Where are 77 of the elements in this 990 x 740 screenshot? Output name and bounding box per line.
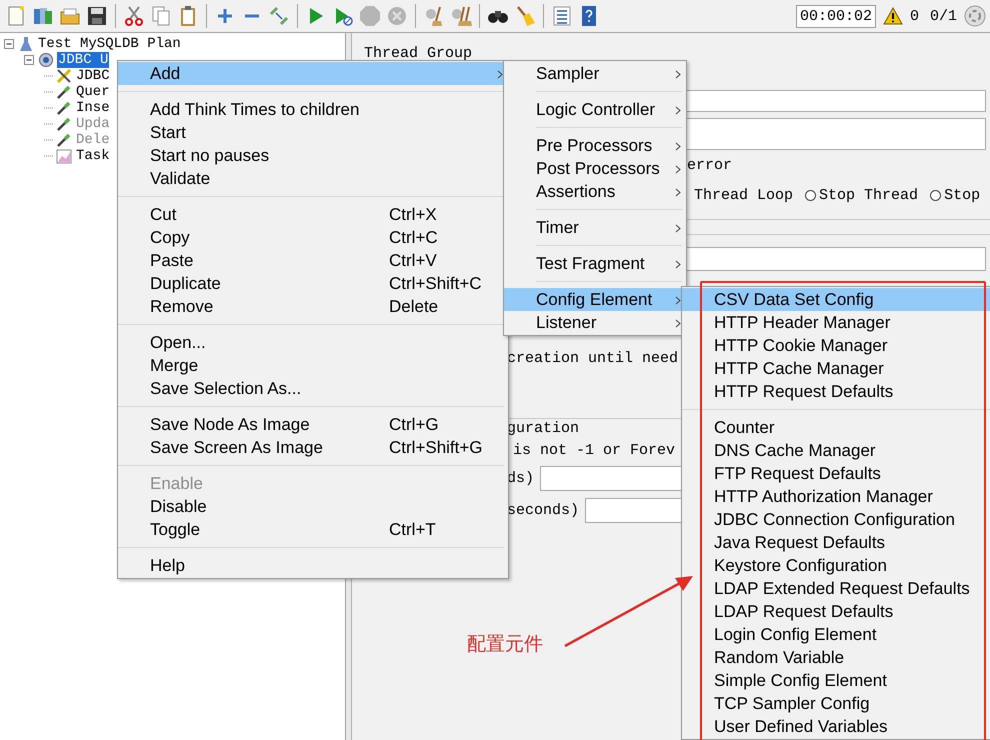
menu-item[interactable]: Timer <box>504 216 686 239</box>
tree-line-icon <box>44 91 54 93</box>
books-icon[interactable] <box>32 5 54 27</box>
pipette-icon <box>56 84 72 100</box>
error-count: 0 <box>910 8 919 24</box>
list-icon[interactable] <box>551 5 573 27</box>
menu-item[interactable]: Save Selection As... <box>118 377 508 400</box>
save-icon[interactable] <box>86 5 108 27</box>
field-label: seconds) <box>507 502 580 519</box>
menu-item[interactable]: Merge <box>118 354 508 377</box>
checkbox-label: creation until need <box>507 350 678 366</box>
tree-node[interactable]: JDBC U <box>57 52 110 68</box>
fieldset-legend: guration <box>507 420 580 436</box>
menu-item[interactable]: Java Request Defaults <box>682 531 990 554</box>
menu-item[interactable]: Test Fragment <box>504 252 686 275</box>
tree-line-icon <box>44 155 54 157</box>
chart-icon <box>56 148 72 164</box>
menu-item[interactable]: Simple Config Element <box>682 669 990 692</box>
tree-line-icon <box>44 123 54 125</box>
pipette-icon <box>56 100 72 116</box>
menu-item[interactable]: HTTP Authorization Manager <box>682 485 990 508</box>
menu-item[interactable]: Save Node As Image Ctrl+G <box>118 413 508 436</box>
flask-icon <box>18 36 34 52</box>
broom-icon[interactable] <box>514 5 536 27</box>
menu-item[interactable]: Open... <box>118 331 508 354</box>
collapse-toggle-icon[interactable] <box>24 55 34 65</box>
tree-node[interactable]: Quer <box>75 84 111 100</box>
radio-label: Stop Thread <box>819 186 918 204</box>
radio-label: Thread Loop <box>694 186 794 204</box>
panel-title: Thread Group <box>364 44 472 62</box>
tree-node[interactable]: JDBC <box>75 68 111 84</box>
pipettes-icon[interactable] <box>268 5 290 27</box>
note-text: is not -1 or Forev <box>513 442 676 459</box>
scissors-icon[interactable] <box>123 5 145 27</box>
menu-item[interactable]: Save Screen As Image Ctrl+Shift+G <box>118 436 508 459</box>
menu-item[interactable]: LDAP Request Defaults <box>682 600 990 623</box>
menu-item[interactable]: Counter <box>682 416 990 439</box>
menu-item[interactable]: Pre Processors <box>504 134 686 157</box>
tree-node[interactable]: Task <box>75 148 111 164</box>
thread-count: 0/1 <box>930 8 957 24</box>
tree-line-icon <box>44 107 54 109</box>
radio-label: Stop <box>944 186 980 204</box>
menu-item[interactable]: HTTP Cache Manager <box>682 357 990 380</box>
pipette-icon <box>56 132 72 148</box>
menu-item[interactable]: Help <box>118 554 508 577</box>
pipette-icon <box>56 116 72 132</box>
elapsed-time: 00:00:02 <box>796 4 876 28</box>
collapse-toggle-icon[interactable] <box>4 39 14 49</box>
wrench-screwdriver-icon <box>56 68 72 84</box>
menu-item[interactable]: Assertions <box>504 180 686 203</box>
menu-item[interactable]: HTTP Cookie Manager <box>682 334 990 357</box>
menu-item[interactable]: JDBC Connection Configuration <box>682 508 990 531</box>
warning-icon[interactable] <box>882 7 903 25</box>
menu-item[interactable]: HTTP Request Defaults <box>682 380 990 403</box>
menu-item[interactable]: User Defined Variables <box>682 715 990 738</box>
menu-item[interactable]: Post Processors <box>504 157 686 180</box>
tree-line-icon <box>44 139 54 141</box>
menu-item[interactable]: Logic Controller <box>504 98 686 121</box>
menu-item[interactable]: DNS Cache Manager <box>682 439 990 462</box>
menu-item[interactable]: CSV Data Set Config <box>682 288 990 311</box>
menu-item[interactable]: Keystore Configuration <box>682 554 990 577</box>
tree-node[interactable]: Test MySQLDB Plan <box>37 36 182 52</box>
menu-item[interactable]: FTP Request Defaults <box>682 462 990 485</box>
status-indicator-icon <box>964 5 986 27</box>
menu-item[interactable]: Disable <box>118 495 508 518</box>
menu-item[interactable]: Login Config Element <box>682 623 990 646</box>
menu-item[interactable]: TCP Sampler Config <box>682 692 990 715</box>
copy-icon[interactable] <box>150 5 172 27</box>
fieldset-legend: error <box>687 156 732 174</box>
tree-node[interactable]: Inse <box>75 100 111 116</box>
radio-button[interactable] <box>930 190 942 200</box>
radio-button[interactable] <box>805 190 816 200</box>
menu-item[interactable]: Random Variable <box>682 646 990 669</box>
tree-line-icon <box>44 75 54 77</box>
menu-item[interactable]: LDAP Extended Request Defaults <box>682 577 990 600</box>
annotation-label: 配置元件 <box>467 632 543 657</box>
menu-item[interactable]: Toggle Ctrl+T <box>118 518 508 541</box>
